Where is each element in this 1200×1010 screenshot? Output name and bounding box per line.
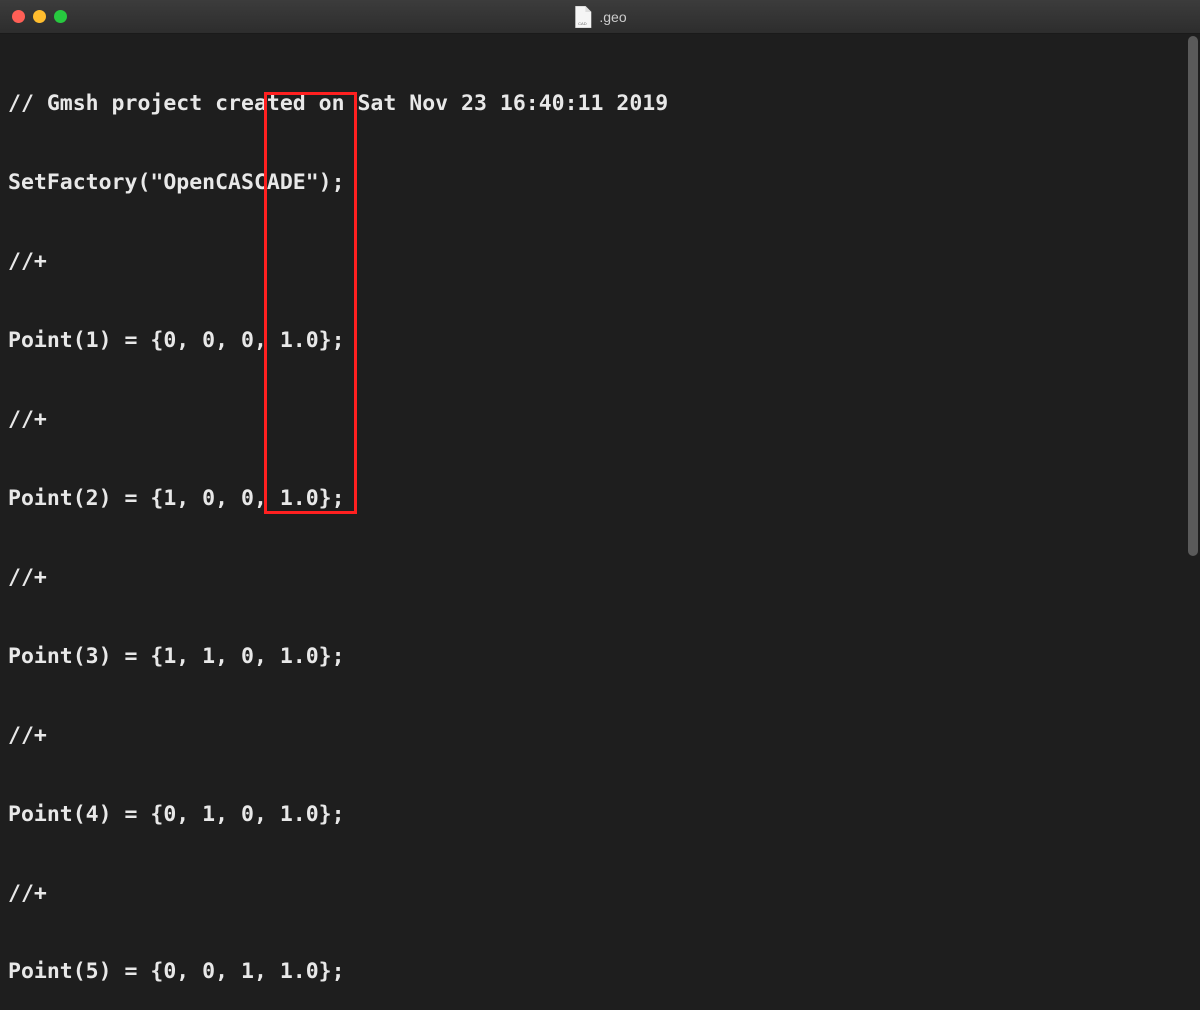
scrollbar-thumb[interactable] [1188, 36, 1198, 556]
window-title: .geo [599, 9, 626, 25]
code-line: Point(2) = {1, 0, 0, 1.0}; [8, 486, 1192, 512]
code-line: Point(4) = {0, 1, 0, 1.0}; [8, 802, 1192, 828]
code-line: //+ [8, 723, 1192, 749]
code-line: Point(1) = {0, 0, 0, 1.0}; [8, 328, 1192, 354]
window-title-area: CAD .geo [573, 6, 626, 28]
code-line: //+ [8, 565, 1192, 591]
scrollbar-track[interactable] [1186, 34, 1200, 1010]
code-line: //+ [8, 881, 1192, 907]
file-icon: CAD [573, 6, 591, 28]
traffic-lights [12, 10, 67, 23]
code-editor[interactable]: // Gmsh project created on Sat Nov 23 16… [0, 34, 1200, 1010]
close-button[interactable] [12, 10, 25, 23]
code-line: SetFactory("OpenCASCADE"); [8, 170, 1192, 196]
code-line: // Gmsh project created on Sat Nov 23 16… [8, 91, 1192, 117]
window-titlebar: CAD .geo [0, 0, 1200, 34]
code-line: Point(5) = {0, 0, 1, 1.0}; [8, 959, 1192, 985]
minimize-button[interactable] [33, 10, 46, 23]
maximize-button[interactable] [54, 10, 67, 23]
code-line: //+ [8, 407, 1192, 433]
annotation-highlight-box [264, 92, 357, 514]
code-line: //+ [8, 249, 1192, 275]
code-line: Point(3) = {1, 1, 0, 1.0}; [8, 644, 1192, 670]
svg-text:CAD: CAD [578, 21, 587, 26]
